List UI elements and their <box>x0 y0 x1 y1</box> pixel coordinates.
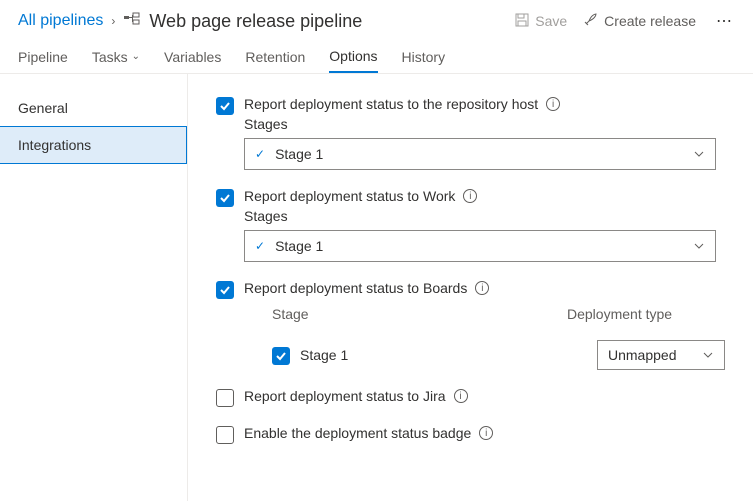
col-header-deployment-type: Deployment type <box>567 306 725 322</box>
info-icon[interactable]: i <box>463 189 477 203</box>
sidebar-item-integrations[interactable]: Integrations <box>0 126 187 164</box>
check-icon: ✓ <box>255 239 265 253</box>
dropdown-deployment-type[interactable]: Unmapped <box>597 340 725 370</box>
boards-stage-row: Stage 1 Unmapped <box>244 340 725 370</box>
checkbox-boards-stage1[interactable] <box>272 347 290 365</box>
main-panel: Report deployment status to the reposito… <box>188 74 753 501</box>
page-title: Web page release pipeline <box>149 11 515 32</box>
chevron-down-icon <box>693 240 705 252</box>
col-header-stage: Stage <box>272 306 567 322</box>
sidebar-item-general[interactable]: General <box>0 90 187 126</box>
label-boards: Report deployment status to Boards <box>244 280 467 296</box>
tab-tasks-label: Tasks <box>92 49 128 65</box>
page-header: All pipelines › Web page release pipelin… <box>0 0 753 38</box>
tab-bar: Pipeline Tasks ⌄ Variables Retention Opt… <box>0 38 753 74</box>
boards-stage-name: Stage 1 <box>300 347 348 363</box>
dropdown-value: Stage 1 <box>275 238 323 254</box>
create-release-button[interactable]: Create release <box>583 12 696 30</box>
deployment-type-value: Unmapped <box>608 347 677 363</box>
chevron-down-icon <box>702 349 714 361</box>
save-label: Save <box>535 13 567 29</box>
tab-pipeline[interactable]: Pipeline <box>18 44 68 73</box>
info-icon[interactable]: i <box>454 389 468 403</box>
rocket-icon <box>583 12 598 30</box>
save-button[interactable]: Save <box>515 13 567 30</box>
info-icon[interactable]: i <box>479 426 493 440</box>
checkbox-work[interactable] <box>216 189 234 207</box>
checkbox-jira[interactable] <box>216 389 234 407</box>
chevron-right-icon: › <box>111 14 115 28</box>
label-work: Report deployment status to Work <box>244 188 455 204</box>
info-icon[interactable]: i <box>546 97 560 111</box>
tab-tasks[interactable]: Tasks ⌄ <box>92 44 140 73</box>
label-jira: Report deployment status to Jira <box>244 388 446 404</box>
boards-table-header: Stage Deployment type <box>244 306 725 322</box>
info-icon[interactable]: i <box>475 281 489 295</box>
dropdown-work-stages[interactable]: ✓ Stage 1 <box>244 230 716 262</box>
pipeline-icon <box>123 12 141 30</box>
tab-options[interactable]: Options <box>329 44 377 73</box>
sidebar: General Integrations <box>0 74 188 501</box>
label-repo-host: Report deployment status to the reposito… <box>244 96 538 112</box>
create-release-label: Create release <box>604 13 696 29</box>
tab-history[interactable]: History <box>402 44 446 73</box>
dropdown-repo-host-stages[interactable]: ✓ Stage 1 <box>244 138 716 170</box>
checkbox-boards[interactable] <box>216 281 234 299</box>
chevron-down-icon: ⌄ <box>132 51 140 62</box>
tab-variables[interactable]: Variables <box>164 44 221 73</box>
label-badge: Enable the deployment status badge <box>244 425 471 441</box>
breadcrumb-root[interactable]: All pipelines <box>18 12 103 30</box>
more-actions-button[interactable]: ⋯ <box>712 11 737 31</box>
stages-label: Stages <box>244 116 725 132</box>
tab-retention[interactable]: Retention <box>245 44 305 73</box>
check-icon: ✓ <box>255 147 265 161</box>
stages-label: Stages <box>244 208 725 224</box>
checkbox-badge[interactable] <box>216 426 234 444</box>
checkbox-repo-host[interactable] <box>216 97 234 115</box>
dropdown-value: Stage 1 <box>275 146 323 162</box>
chevron-down-icon <box>693 148 705 160</box>
save-icon <box>515 13 529 30</box>
